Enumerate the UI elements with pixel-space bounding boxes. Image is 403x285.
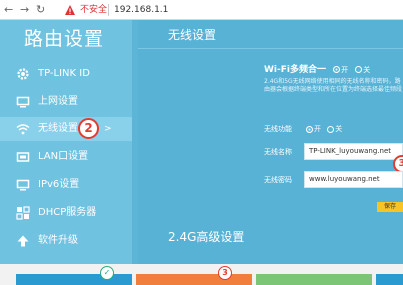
- step-tile: [136, 274, 252, 285]
- forward-icon[interactable]: →: [20, 3, 29, 17]
- page-title: 无线设置: [168, 28, 217, 42]
- sidebar-item-upgrade[interactable]: 软件升级: [0, 229, 132, 253]
- divider: [138, 48, 403, 49]
- bottom-step-bar: ✓ 3: [0, 264, 403, 285]
- sidebar-item-wireless[interactable]: 无线设置 2 >: [0, 117, 132, 141]
- sidebar-item-ipv6[interactable]: IPv6设置: [0, 173, 132, 197]
- monitor-icon: [16, 179, 30, 191]
- browser-address-bar: ← → ↻ 不安全 192.168.1.1: [0, 0, 403, 20]
- sidebar-item-label: DHCP服务器: [38, 207, 97, 218]
- step-tile: [376, 274, 403, 285]
- warning-icon: [65, 5, 75, 15]
- sidebar-item-label: 软件升级: [38, 235, 78, 246]
- save-button[interactable]: 保存: [377, 202, 403, 212]
- sidebar-item-label: LAN口设置: [38, 151, 89, 162]
- advanced-settings-title: 2.4G高级设置: [168, 230, 245, 244]
- url-field[interactable]: 192.168.1.1: [114, 4, 168, 16]
- security-status[interactable]: 不安全: [80, 4, 107, 16]
- multi-band-off-radio[interactable]: [355, 66, 363, 73]
- multi-band-label: Wi-Fi多频合一: [264, 65, 326, 75]
- multi-band-description: 2.4G和5G无线网络使用相同的无线名称和密码，路由器会根据终端类型和所在位置为…: [264, 78, 403, 93]
- sidebar-item-lan[interactable]: LAN口设置: [0, 145, 132, 169]
- ssid-input[interactable]: TP-LINK_luyouwang.net: [304, 143, 403, 160]
- radio-label: 开: [314, 125, 321, 133]
- wireless-on-radio[interactable]: [306, 125, 313, 133]
- multi-band-on-radio[interactable]: [333, 66, 341, 73]
- wireless-settings-panel: 无线设置 Wi-Fi多频合一 开 关 2.4G和5G无线网络使用相同的无线名称和…: [138, 20, 403, 264]
- wifi-icon: [16, 124, 30, 135]
- sidebar-item-label: 上网设置: [38, 96, 78, 107]
- chevron-right-icon: >: [104, 124, 112, 134]
- ssid-label: 无线名称: [264, 148, 292, 156]
- step-tile: [256, 274, 372, 285]
- step-annotation-badge: 2: [78, 118, 99, 139]
- sidebar-item-label: 无线设置: [38, 123, 78, 134]
- wireless-switch-label: 无线功能: [264, 125, 292, 133]
- upload-icon: [17, 235, 29, 247]
- sidebar-item-internet[interactable]: 上网设置: [0, 90, 132, 114]
- password-input[interactable]: www.luyouwang.net: [304, 171, 403, 188]
- radio-label: 关: [363, 66, 371, 74]
- wireless-off-radio[interactable]: [327, 125, 335, 133]
- divider: [108, 4, 109, 16]
- reload-icon[interactable]: ↻: [36, 3, 45, 17]
- sidebar-item-tplink-id[interactable]: TP-LINK ID: [0, 62, 132, 86]
- step-tile: [16, 274, 132, 285]
- sidebar-item-dhcp[interactable]: DHCP服务器: [0, 201, 132, 225]
- wireless-switch: 开 关: [306, 124, 342, 134]
- monitor-icon: [16, 96, 30, 108]
- password-label: 无线密码: [264, 176, 292, 184]
- step-number-badge: 3: [218, 266, 232, 280]
- sidebar-item-label: TP-LINK ID: [38, 68, 90, 79]
- sidebar: 路由设置 TP-LINK ID 上网设置 无线设置 2 > LAN口设置 IPv…: [0, 20, 132, 264]
- dhcp-icon: [16, 206, 30, 220]
- gear-icon: [17, 68, 29, 80]
- sidebar-title: 路由设置: [24, 28, 105, 50]
- sidebar-item-label: IPv6设置: [38, 179, 80, 190]
- lan-icon: [16, 152, 30, 162]
- multi-band-setting: Wi-Fi多频合一 开 关: [264, 64, 370, 76]
- check-icon: ✓: [100, 266, 114, 280]
- radio-label: 关: [335, 125, 343, 133]
- back-icon[interactable]: ←: [4, 3, 13, 17]
- radio-label: 开: [341, 66, 349, 74]
